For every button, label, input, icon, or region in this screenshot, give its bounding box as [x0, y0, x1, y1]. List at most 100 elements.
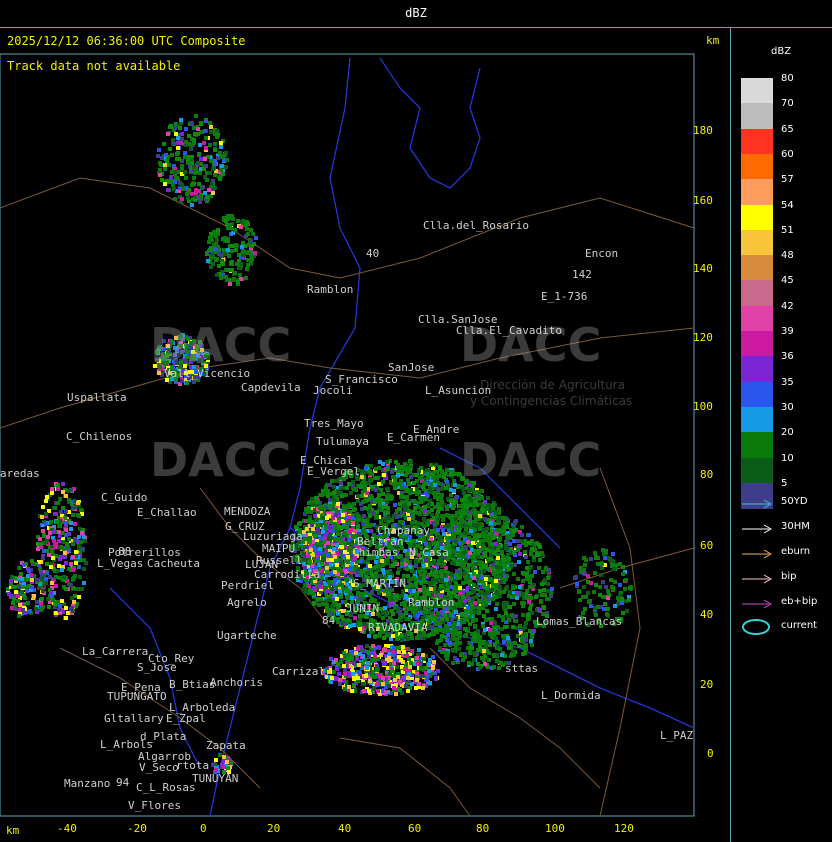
place-label-chimbas: Chimbas — [352, 546, 399, 559]
watermark-logo-3: DACC — [150, 433, 292, 487]
scale-label: 30 — [781, 401, 794, 413]
scale-label: 60 — [781, 148, 794, 160]
y-tick-label: 0 — [707, 747, 714, 760]
track-label: eburn — [781, 546, 811, 557]
place-label-carrizal: Carrizal — [272, 665, 325, 678]
y-tick-label: 40 — [700, 608, 714, 621]
track-label: 50YD — [781, 496, 808, 507]
place-label-e-andre: E_Andre — [413, 423, 460, 436]
place-label-n40: 40 — [366, 247, 380, 260]
place-label-tunuyan: TUNUYAN — [192, 772, 239, 785]
arrow-icon — [742, 599, 773, 609]
scale-swatch-54 — [741, 204, 773, 231]
place-label-mendoza: MENDOZA — [224, 505, 271, 518]
watermark-logo-4: DACC — [460, 433, 602, 487]
x-tick-label: 80 — [476, 822, 490, 835]
radar-map[interactable]: 2025/12/12 06:36:00 UTC Composite Track … — [0, 28, 731, 842]
place-label-ugarteche: Ugarteche — [217, 629, 277, 642]
place-label-tres-mayo: Tres_Mayo — [304, 417, 364, 430]
scale-label: 36 — [781, 351, 794, 363]
place-label-la-carrera: La_Carrera — [82, 645, 149, 658]
scale-label: 39 — [781, 326, 794, 337]
place-label-ramblon2: Ramblon — [408, 596, 455, 609]
scale-swatch-30 — [741, 406, 773, 433]
y-tick-label: 100 — [693, 400, 713, 413]
place-label-e-challao: E_Challao — [137, 506, 197, 519]
scale-label: 5 — [781, 477, 788, 489]
scale-swatch-20 — [741, 432, 773, 459]
y-tick-label: 60 — [700, 539, 714, 552]
place-label-l-vegas: L_Vegas — [97, 557, 144, 570]
place-label-rtota: rtota — [176, 759, 210, 772]
place-label-clla-del-rosario: Clla.del_Rosario — [423, 219, 529, 232]
arrow-icon — [742, 499, 773, 509]
scale-swatch-48 — [741, 255, 773, 282]
x-tick-label: 60 — [408, 822, 422, 835]
place-label-l-asuncion: L_Asuncion — [425, 384, 492, 397]
place-label-n84: 84 — [322, 614, 336, 627]
scale-label: 80 — [781, 73, 794, 84]
place-label-zapata: Zapata — [206, 739, 246, 752]
place-label-n88: 88 — [118, 545, 132, 558]
place-label-n142: 142 — [572, 268, 592, 281]
scale-label: 51 — [781, 224, 794, 236]
scale-label: 65 — [781, 123, 794, 135]
place-label-encon: Encon — [585, 247, 619, 260]
scale-label: 54 — [781, 199, 794, 211]
arrow-icon — [742, 524, 773, 534]
place-label-rivadavia: RIVADAVIA — [368, 621, 428, 634]
place-label-vall-vicencio: Vall_Vicencio — [164, 367, 251, 380]
place-label-junin: JUNIN — [346, 602, 380, 615]
scale-swatch-57 — [741, 179, 773, 206]
place-label-l-paz: L_PAZ — [660, 729, 694, 742]
scale-label: 42 — [781, 300, 794, 312]
place-label-uspallata: Uspallata — [67, 391, 127, 404]
place-label-s-jose: S_Jose — [137, 661, 177, 674]
track-legend-item: 30HM — [741, 521, 831, 539]
x-tick-label: 20 — [267, 822, 281, 835]
place-label-tulumaya: Tulumaya — [316, 435, 369, 448]
scale-label: 20 — [781, 427, 794, 439]
track-label: eb+bip — [781, 596, 818, 607]
place-label-gltallary: Gltallary — [104, 712, 164, 725]
y-tick-label: 20 — [700, 678, 714, 691]
scale-label: 10 — [781, 452, 794, 464]
scale-swatch-51 — [741, 229, 773, 256]
place-label-ramblon: Ramblon — [307, 283, 354, 296]
track-label: bip — [781, 571, 797, 582]
x-tick-label: -40 — [57, 822, 77, 835]
scale-label: 57 — [781, 174, 794, 186]
y-tick-label: 140 — [693, 262, 713, 275]
place-label-v-flores: V_Flores — [128, 799, 181, 812]
scale-swatch-80 — [741, 78, 773, 104]
place-label-e-vergel: E_Vergel — [307, 465, 360, 478]
track-label: 30HM — [781, 521, 810, 532]
y-tick-label: 160 — [693, 194, 713, 207]
place-label-paredas: aredas — [0, 467, 40, 480]
x-tick-label: 40 — [338, 822, 352, 835]
place-label-sttas: sttas — [505, 662, 539, 675]
place-label-sanjose: SanJose — [388, 361, 435, 374]
place-label-clla-el-cavadito: Clla.El_Cavadito — [456, 324, 562, 337]
scale-swatch-45 — [741, 280, 773, 307]
place-label-perdriel: Perdriel — [221, 579, 274, 592]
place-label-l-dormida: L_Dormida — [541, 689, 601, 702]
place-label-agrelo: Agrelo — [227, 596, 267, 609]
x-tick-label: -20 — [127, 822, 147, 835]
track-legend-item: eburn — [741, 546, 831, 564]
scale-label: 35 — [781, 376, 794, 388]
x-tick-label: 120 — [614, 822, 634, 835]
scale-swatch-10 — [741, 457, 773, 484]
place-label-s-martin: S_MARTIN — [353, 577, 406, 590]
place-label-c-guido: C_Guido — [101, 491, 148, 504]
x-tick-label: 100 — [545, 822, 565, 835]
legend-title: dBZ — [771, 46, 792, 57]
scale-label: 70 — [781, 98, 794, 110]
place-label-jocoli: Jocoli — [313, 384, 353, 397]
arrow-icon — [742, 574, 773, 584]
place-label-n-casa: N_Casa — [409, 546, 449, 559]
scale-swatch-36 — [741, 356, 773, 383]
place-label-cacheuta: Cacheuta — [147, 557, 200, 570]
y-tick-label: 180 — [693, 124, 713, 137]
place-label-manzano: Manzano — [64, 777, 111, 790]
